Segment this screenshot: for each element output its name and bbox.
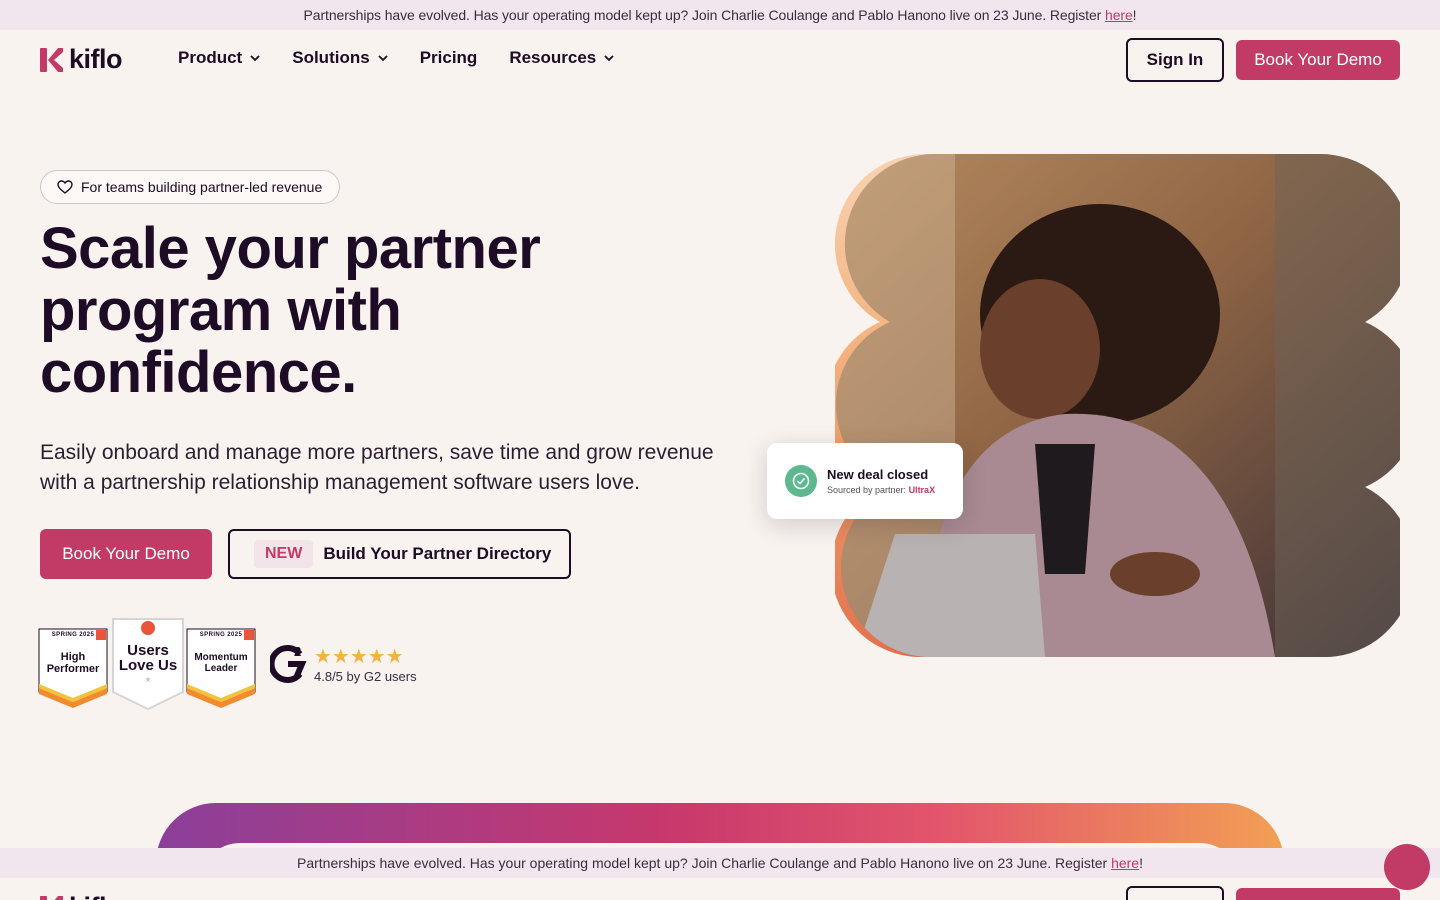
nav-menu: Product Solutions Pricing Resources	[178, 48, 646, 68]
badge-season: SPRING 2025	[51, 632, 95, 638]
nav-item-label: Solutions	[292, 48, 370, 67]
badge-season: SPRING 2025	[199, 632, 243, 638]
announcement-bar: Partnerships have evolved. Has your oper…	[0, 0, 1440, 30]
build-directory-button[interactable]: NEW Build Your Partner Directory	[228, 529, 571, 579]
nav-item-solutions[interactable]: Solutions	[292, 48, 388, 68]
hero-subtitle: Easily onboard and manage more partners,…	[40, 441, 714, 494]
rating-stars: ★★★★★	[314, 646, 404, 668]
main-nav: kiflo Product Solutions Pricing Resource…	[0, 30, 1440, 90]
sign-in-button[interactable]: Sign In	[1126, 38, 1224, 82]
nav-item-product[interactable]: Product	[178, 48, 260, 68]
badge-line2: Leader	[204, 663, 238, 674]
logo[interactable]: kiflo	[40, 44, 123, 75]
announcement-register-link[interactable]: here	[1111, 855, 1139, 871]
toast-partner-name: UltraX	[908, 485, 936, 495]
check-badge-icon	[785, 465, 817, 497]
chevron-down-icon	[378, 55, 388, 62]
g2-rating-text: 4.8/5 by G2 users	[314, 669, 417, 684]
logo-text: kiflo	[69, 892, 123, 900]
badge-line1: Users	[127, 642, 169, 659]
nav-item-pricing[interactable]: Pricing	[420, 48, 478, 68]
audience-pill-text: For teams building partner-led revenue	[81, 179, 323, 195]
toast-sub-prefix: Sourced by partner:	[827, 485, 907, 495]
book-demo-nav-button[interactable]: Book Your Demo	[1236, 40, 1400, 80]
badge-line1: High	[60, 651, 86, 663]
announcement-register-link[interactable]: here	[1105, 7, 1133, 23]
badge-line1: Momentum	[194, 652, 248, 663]
chevron-down-icon	[604, 55, 614, 62]
book-demo-hero-button[interactable]: Book Your Demo	[40, 529, 212, 579]
momentum-leader-badge: SPRING 2025 Momentum Leader	[186, 628, 256, 708]
chat-widget-button[interactable]	[1384, 844, 1430, 890]
sticky-nav: kiflo	[0, 878, 1440, 900]
new-badge: NEW	[254, 540, 314, 568]
announcement-text: Partnerships have evolved. Has your oper…	[297, 855, 1108, 871]
badge-line2: Love Us	[118, 657, 178, 674]
nav-item-resources[interactable]: Resources	[509, 48, 614, 68]
hero-photo	[835, 154, 1400, 657]
heart-icon	[57, 180, 73, 194]
sticky-book-demo-button[interactable]	[1236, 888, 1400, 900]
g2-logo-icon: 2	[270, 644, 307, 683]
deal-closed-toast: New deal closed Sourced by partner: Ultr…	[767, 443, 963, 519]
users-love-us-badge: ★ Users Love Us	[112, 618, 184, 711]
audience-pill: For teams building partner-led revenue	[40, 170, 340, 204]
svg-text:★: ★	[144, 675, 151, 684]
high-performer-badge: SPRING 2025 High Performer	[38, 628, 108, 708]
announcement-suffix: !	[1132, 7, 1137, 23]
nav-item-label: Resources	[509, 48, 597, 67]
sticky-logo[interactable]: kiflo	[40, 892, 123, 900]
sticky-sign-in-button[interactable]	[1126, 886, 1224, 900]
toast-subtitle: Sourced by partner: UltraX	[827, 485, 935, 495]
svg-text:2: 2	[294, 644, 301, 659]
kiflo-logo-icon	[40, 47, 63, 72]
announcement-suffix: !	[1139, 855, 1143, 871]
nav-item-label: Product	[178, 48, 243, 67]
announcement-text: Partnerships have evolved. Has your oper…	[303, 7, 1102, 23]
build-directory-label: Build Your Partner Directory	[323, 544, 552, 563]
badge-line2: Performer	[46, 663, 100, 675]
chevron-down-icon	[250, 55, 260, 62]
toast-title: New deal closed	[827, 467, 929, 482]
nav-item-label: Pricing	[419, 48, 478, 67]
kiflo-logo-icon	[40, 895, 63, 900]
hero-title: Scale your partner program with confiden…	[40, 216, 541, 405]
sticky-announcement-bar: Partnerships have evolved. Has your oper…	[0, 848, 1440, 878]
logo-text: kiflo	[69, 44, 123, 74]
